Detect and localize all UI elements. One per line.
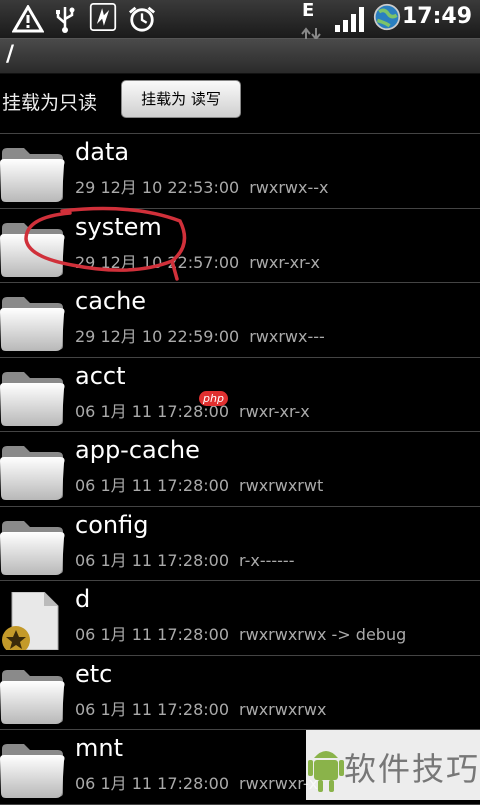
file-row[interactable]: etc 06 1月 11 17:28:00 rwxrwxrwx <box>0 656 480 730</box>
file-name: data <box>75 138 130 166</box>
file-row[interactable]: d 06 1月 11 17:28:00 rwxrwxrwx -> debug <box>0 581 480 656</box>
file-permissions: rwxrwx--x <box>249 178 329 197</box>
globe-icon <box>373 3 401 31</box>
folder-icon <box>0 520 65 575</box>
file-date: 06 1月 11 17:28:00 <box>75 476 230 495</box>
file-permissions: rwxrwxrwx -> debug <box>239 625 407 644</box>
file-meta: 06 1月 11 17:28:00 rwxrwxrwx <box>75 696 326 720</box>
file-name: acct <box>75 361 126 390</box>
file-meta: 06 1月 11 17:28:00 r-x------ <box>75 547 294 571</box>
folder-icon <box>0 222 65 277</box>
file-list: data 29 12月 10 22:53:00 rwxrwx--x system 29 … <box>0 133 480 805</box>
clock: 17:49 <box>401 4 472 29</box>
status-bar: E 17:49 <box>0 0 480 41</box>
file-name: d <box>75 585 91 613</box>
file-date: 29 12月 10 22:57:00 <box>75 252 240 272</box>
file-permissions: r-x------ <box>239 550 295 570</box>
file-date: 06 1月 11 17:28:00 <box>75 774 230 793</box>
alarm-icon <box>128 6 156 32</box>
mount-status-label: 挂载为只读 <box>2 92 98 114</box>
file-date: 29 12月 10 22:59:00 <box>75 327 240 346</box>
folder-icon <box>0 669 65 724</box>
folder-icon <box>0 371 65 426</box>
file-date: 06 1月 11 17:28:00 <box>75 550 230 570</box>
file-name: config <box>75 510 149 539</box>
file-permissions: rwxrwxrwt <box>239 476 324 495</box>
folder-icon <box>0 148 65 202</box>
file-row[interactable]: app-cache 06 1月 11 17:28:00 rwxrwxrwt <box>0 432 480 507</box>
php-watermark-badge: php <box>199 391 228 406</box>
file-meta: 06 1月 11 17:28:00 rwxrwxr-x <box>75 770 318 794</box>
file-row[interactable]: data 29 12月 10 22:53:00 rwxrwx--x <box>0 133 480 209</box>
file-meta: 06 1月 11 17:28:00 rwxrwxrwx -> debug <box>75 621 406 645</box>
file-name: app-cache <box>75 436 200 464</box>
warning-icon <box>12 5 44 33</box>
usb-icon <box>56 7 75 33</box>
android-robot-icon <box>308 751 344 792</box>
path-bar: / <box>0 39 480 74</box>
signal-icon <box>335 7 364 32</box>
file-permissions: rwxrwx--- <box>249 327 325 346</box>
file-name: system <box>75 212 162 241</box>
file-meta: 29 12月 10 22:59:00 rwxrwx--- <box>75 323 325 347</box>
file-date: 29 12月 10 22:53:00 <box>75 178 240 197</box>
folder-icon <box>0 297 65 351</box>
folder-icon <box>0 446 65 500</box>
file-row[interactable]: config 06 1月 11 17:28:00 r-x------ <box>0 507 480 581</box>
debug-icon <box>89 3 117 31</box>
watermark: 软件技巧 <box>306 730 480 800</box>
file-permissions: rwxr-xr-x <box>239 401 310 421</box>
file-name: cache <box>75 287 147 315</box>
file-row[interactable]: acct 06 1月 11 17:28:00 rwxr-xr-x <box>0 358 480 432</box>
file-permissions: rwxr-xr-x <box>249 252 320 272</box>
file-row[interactable]: system 29 12月 10 22:57:00 rwxr-xr-x <box>0 209 480 283</box>
file-meta: 29 12月 10 22:53:00 rwxrwx--x <box>75 174 328 198</box>
file-link-icon <box>2 592 59 650</box>
network-type-label: E <box>302 0 315 21</box>
file-meta: 06 1月 11 17:28:00 rwxrwxrwt <box>75 472 323 496</box>
mount-read-write-button[interactable]: 挂载为 读写 <box>121 80 241 118</box>
file-permissions: rwxrwxrwx <box>239 699 327 719</box>
file-date: 06 1月 11 17:28:00 <box>75 625 230 644</box>
file-meta: 29 12月 10 22:57:00 rwxr-xr-x <box>75 249 320 273</box>
file-name: etc <box>75 659 113 688</box>
watermark-text: 软件技巧 <box>344 750 480 788</box>
file-row[interactable]: cache 29 12月 10 22:59:00 rwxrwx--- <box>0 283 480 358</box>
file-date: 06 1月 11 17:28:00 <box>75 699 230 719</box>
current-path: / <box>6 42 15 67</box>
file-name: mnt <box>75 734 123 762</box>
folder-icon <box>0 744 65 798</box>
file-meta: 06 1月 11 17:28:00 rwxr-xr-x <box>75 398 310 422</box>
